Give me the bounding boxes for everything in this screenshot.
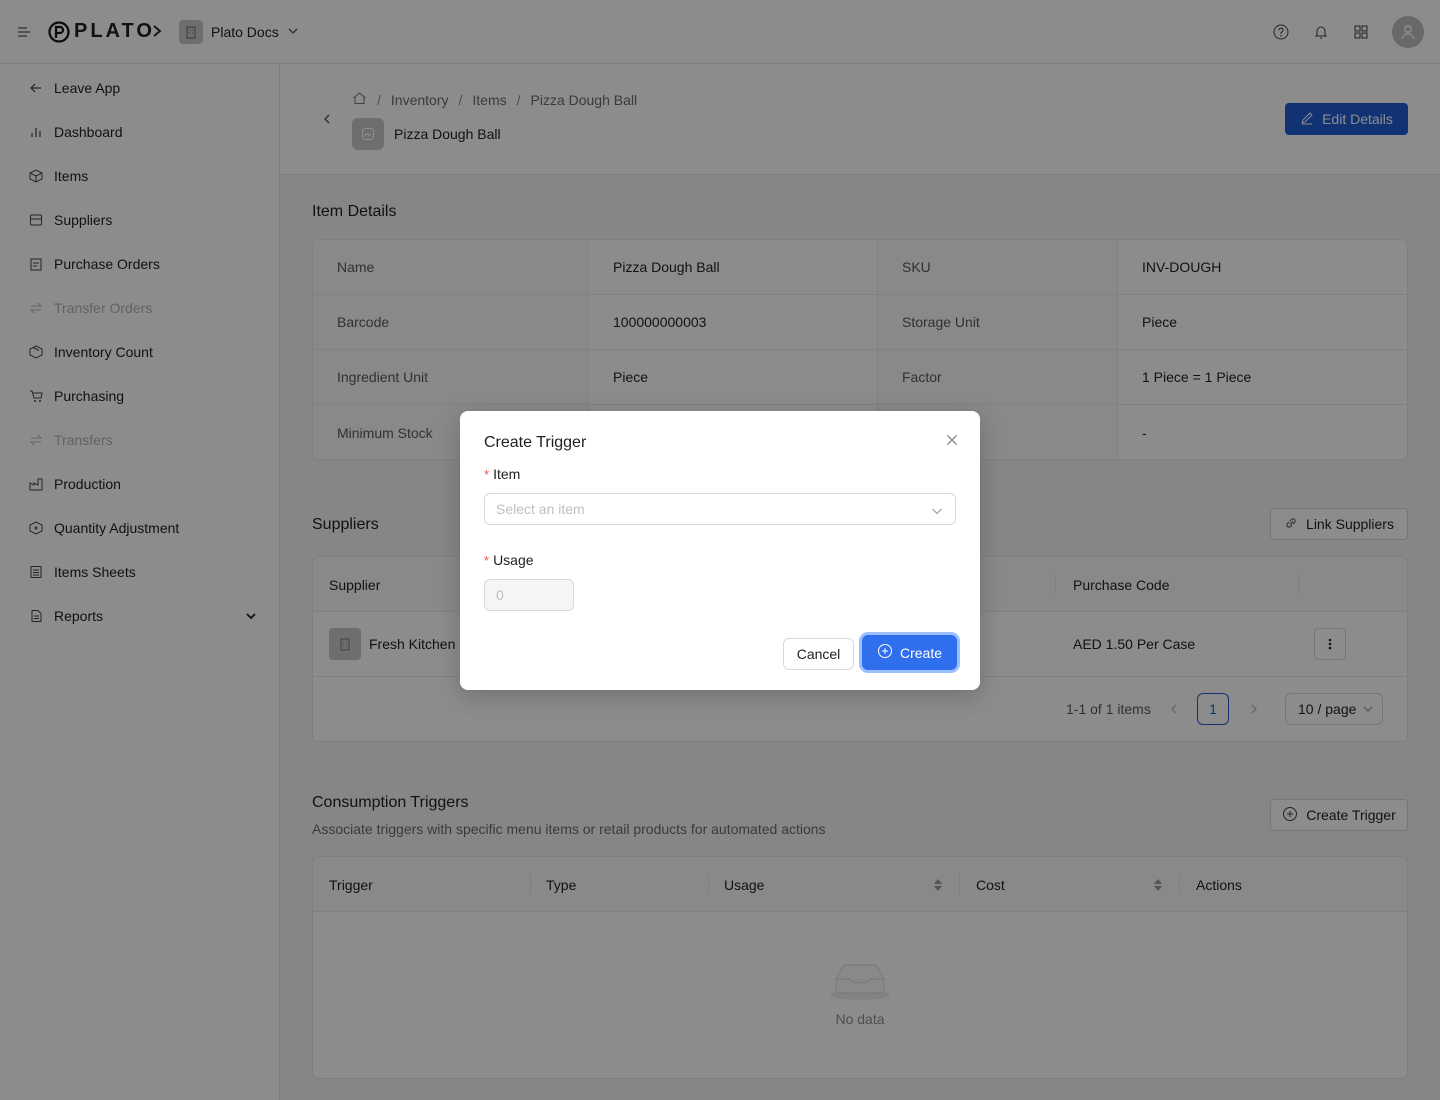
usage-label-text: Usage [493,552,534,568]
required-mark: * [484,553,490,568]
create-label: Create [899,644,943,661]
create-trigger-modal: Create Trigger * Item Select an item * Usa… [460,411,980,690]
item-select[interactable]: Select an item [484,493,956,525]
plus-circle-icon [877,643,893,662]
close-icon[interactable] [946,433,958,445]
item-field-label: * Item [484,466,520,482]
item-select-placeholder: Select an item [496,501,585,517]
cancel-button[interactable]: Cancel [783,638,854,670]
usage-field-label: * Usage [484,552,534,568]
modal-title: Create Trigger [484,434,587,451]
chevron-down-icon [931,504,943,520]
usage-input[interactable]: 0 [484,579,574,611]
create-button[interactable]: Create [862,635,957,670]
required-mark: * [484,467,490,482]
item-label-text: Item [493,466,521,482]
